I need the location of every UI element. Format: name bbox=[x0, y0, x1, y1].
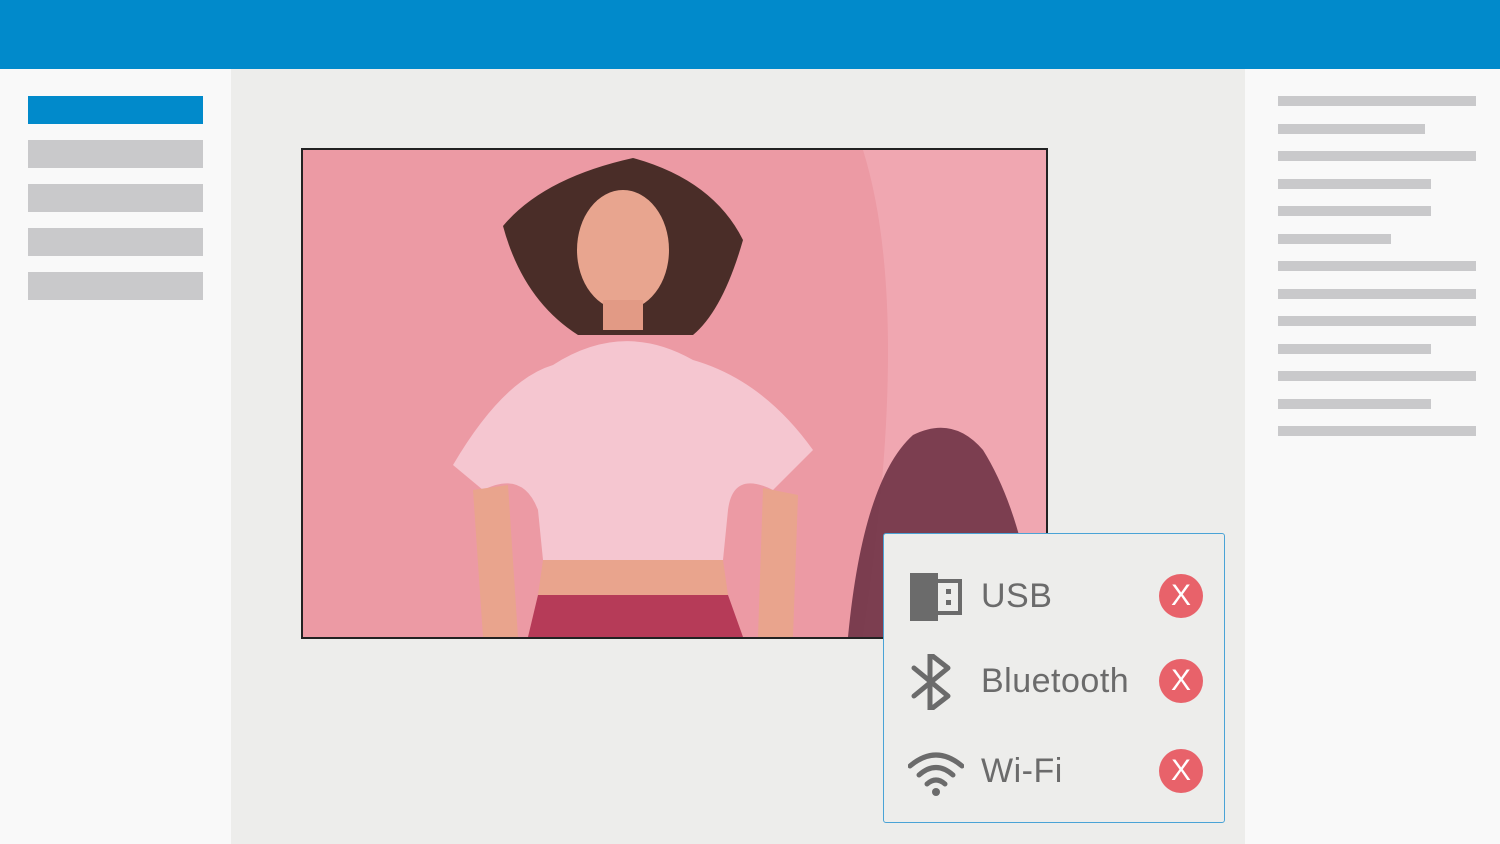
device-label-wifi: Wi-Fi bbox=[981, 752, 1063, 790]
sidebar-item[interactable] bbox=[28, 228, 203, 256]
device-label-usb: USB bbox=[981, 577, 1053, 615]
text-placeholder-line bbox=[1278, 399, 1431, 409]
text-placeholder-line bbox=[1278, 206, 1431, 216]
connected-devices-panel: USB X Bluetooth X Wi-Fi X bbox=[883, 533, 1225, 823]
text-placeholder-line bbox=[1278, 426, 1476, 436]
text-placeholder-line bbox=[1278, 344, 1431, 354]
remove-bluetooth-button[interactable]: X bbox=[1159, 659, 1203, 703]
text-placeholder-line bbox=[1278, 316, 1476, 326]
left-sidebar bbox=[0, 69, 231, 844]
remove-usb-button[interactable]: X bbox=[1159, 574, 1203, 618]
device-row-wifi: Wi-Fi X bbox=[884, 736, 1224, 806]
usb-icon bbox=[910, 573, 962, 621]
text-placeholder-line bbox=[1278, 371, 1476, 381]
remove-wifi-button[interactable]: X bbox=[1159, 749, 1203, 793]
device-label-bluetooth: Bluetooth bbox=[981, 662, 1130, 700]
text-placeholder-line bbox=[1278, 96, 1476, 106]
text-placeholder-line bbox=[1278, 261, 1476, 271]
wifi-icon bbox=[908, 752, 964, 796]
sidebar-item[interactable] bbox=[28, 272, 203, 300]
sidebar-item[interactable] bbox=[28, 184, 203, 212]
text-placeholder-line bbox=[1278, 179, 1431, 189]
sidebar-item[interactable] bbox=[28, 140, 203, 168]
device-row-usb: USB X bbox=[884, 561, 1224, 631]
sidebar-item-active[interactable] bbox=[28, 96, 203, 124]
text-placeholder-line bbox=[1278, 234, 1391, 244]
text-placeholder-line bbox=[1278, 124, 1425, 134]
right-sidebar bbox=[1245, 69, 1500, 844]
bluetooth-icon bbox=[911, 654, 951, 710]
device-row-bluetooth: Bluetooth X bbox=[884, 646, 1224, 716]
text-placeholder-line bbox=[1278, 289, 1476, 299]
top-bar bbox=[0, 0, 1500, 69]
text-placeholder-line bbox=[1278, 151, 1476, 161]
